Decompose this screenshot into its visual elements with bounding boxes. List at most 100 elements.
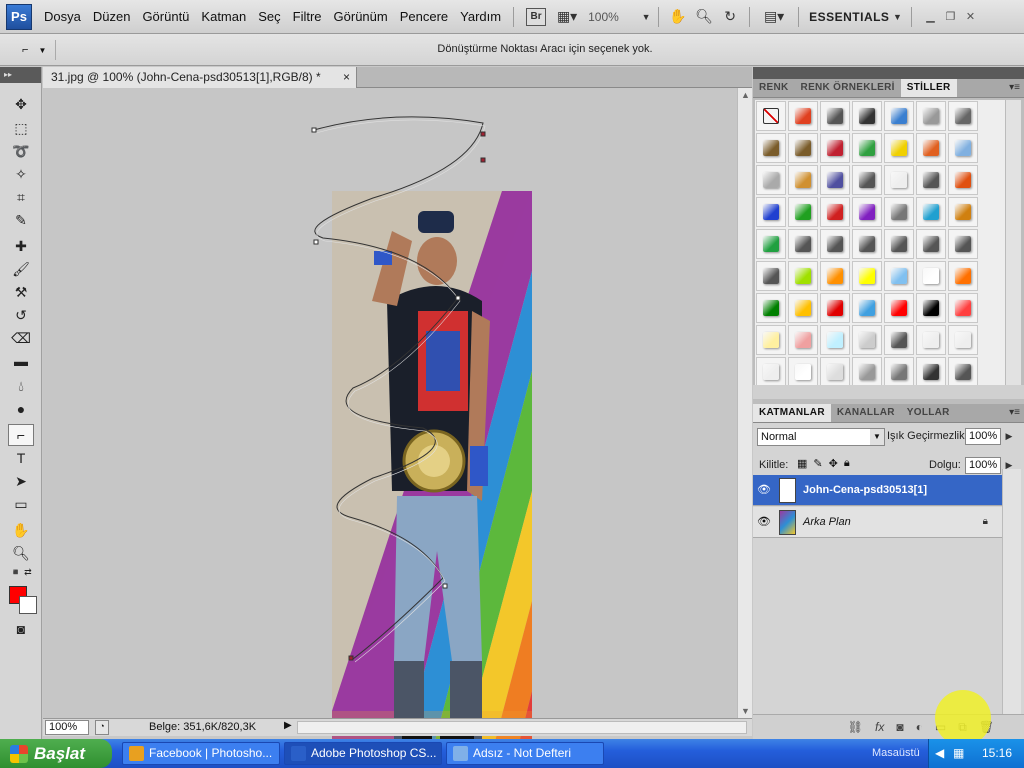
menu-file[interactable]: Dosya [38,0,87,34]
minimize-icon[interactable]: ▁ [922,10,938,24]
style-swatch[interactable] [884,101,914,131]
style-swatch[interactable] [788,325,818,355]
style-swatch[interactable] [916,261,946,291]
scroll-down-icon[interactable]: ▼ [741,706,750,716]
style-swatch[interactable] [884,293,914,323]
style-swatch[interactable] [948,197,978,227]
opacity-field[interactable]: 100% [965,428,1001,445]
move-tool-icon[interactable]: ✥ [8,93,34,115]
style-swatch[interactable] [884,133,914,163]
style-swatch[interactable] [820,101,850,131]
taskbar-item-facebook[interactable]: Facebook | Photosho... [122,742,280,765]
blur-tool-icon[interactable]: 💧︎ [8,375,34,397]
style-swatch[interactable] [852,293,882,323]
style-swatch[interactable] [884,261,914,291]
restore-icon[interactable]: ❐ [942,10,958,24]
type-tool-icon[interactable]: T [8,447,34,469]
style-swatch[interactable] [756,293,786,323]
menu-window[interactable]: Pencere [394,0,454,34]
link-layers-icon[interactable]: ⛓ [848,720,863,734]
style-swatch[interactable] [820,357,850,387]
menu-edit[interactable]: Düzen [87,0,137,34]
document-tab[interactable]: 31.jpg @ 100% (John-Cena-psd30513[1],RGB… [43,67,357,88]
style-swatch[interactable] [820,293,850,323]
style-swatch[interactable] [948,357,978,387]
menu-select[interactable]: Seç [252,0,286,34]
style-swatch[interactable] [756,261,786,291]
lock-position-icon[interactable]: ✥ [829,457,838,470]
style-swatch[interactable] [916,325,946,355]
style-swatch[interactable] [916,165,946,195]
taskbar-item-notepad[interactable]: Adsız - Not Defteri [446,742,604,765]
visibility-eye-icon[interactable]: 👁︎ [757,515,771,528]
style-swatch[interactable] [884,357,914,387]
style-swatch[interactable] [948,165,978,195]
style-swatch[interactable] [948,261,978,291]
lasso-tool-icon[interactable]: ➰ [8,140,34,162]
style-swatch[interactable] [916,197,946,227]
panel-menu-icon[interactable]: ▾≡ [1009,79,1020,97]
lock-pixels-icon[interactable]: ✎ [813,457,822,470]
clone-stamp-tool-icon[interactable]: ⚒ [8,281,34,303]
style-swatch[interactable] [884,229,914,259]
healing-brush-tool-icon[interactable]: ✚ [8,235,34,257]
convert-point-tool-icon[interactable]: ⌐ [8,424,34,446]
dock-header[interactable] [753,67,1024,79]
tab-color[interactable]: RENK [753,79,795,97]
style-swatch[interactable] [820,165,850,195]
style-swatch[interactable] [756,357,786,387]
quick-mask-icon[interactable]: ◙ [8,618,34,640]
style-swatch[interactable] [756,165,786,195]
fill-field[interactable]: 100% [965,457,1001,474]
style-swatch[interactable] [948,133,978,163]
bridge-button[interactable]: Br [526,7,547,26]
menu-layer[interactable]: Katman [195,0,252,34]
style-swatch[interactable] [916,293,946,323]
document-image[interactable] [332,191,532,768]
style-swatch[interactable] [916,357,946,387]
style-swatch[interactable] [852,229,882,259]
tab-swatches[interactable]: RENK ÖRNEKLERİ [795,79,901,97]
close-icon[interactable]: × [343,67,350,88]
style-swatch[interactable] [852,261,882,291]
history-brush-tool-icon[interactable]: ↺ [8,304,34,326]
style-swatch[interactable] [948,229,978,259]
lock-transparency-icon[interactable]: ▦ [797,457,807,470]
clock[interactable]: 15:16 [982,746,1012,760]
style-swatch[interactable] [756,229,786,259]
style-swatch[interactable] [820,261,850,291]
style-swatch[interactable] [756,101,786,131]
style-swatch[interactable] [852,325,882,355]
arrange-documents-icon[interactable]: ▤▾ [756,5,792,29]
status-info-icon[interactable]: ◔ [95,720,109,735]
scroll-up-icon[interactable]: ▲ [741,90,750,100]
taskbar-item-photoshop[interactable]: Adobe Photoshop CS... [284,742,442,765]
style-swatch[interactable] [788,357,818,387]
tools-panel-header[interactable]: ▸▸ [0,67,41,83]
menu-help[interactable]: Yardım [454,0,507,34]
chevron-down-icon[interactable]: ▼ [889,5,905,29]
style-swatch[interactable] [852,133,882,163]
magic-wand-tool-icon[interactable]: ✧ [8,163,34,185]
rotate-view-icon[interactable]: ↻ [717,5,743,29]
close-icon[interactable]: ✕ [962,10,978,24]
style-swatch[interactable] [916,133,946,163]
layers-scrollbar[interactable] [1002,469,1021,714]
style-swatch[interactable] [788,197,818,227]
style-swatch[interactable] [756,133,786,163]
style-swatch[interactable] [788,133,818,163]
brush-tool-icon[interactable]: 🖌︎ [8,258,34,280]
style-swatch[interactable] [852,101,882,131]
style-swatch[interactable] [852,165,882,195]
desktop-toolbar[interactable]: Masaüstü [872,747,920,759]
menu-image[interactable]: Görüntü [136,0,195,34]
rectangle-tool-icon[interactable]: ▭ [8,493,34,515]
styles-scrollbar[interactable] [1005,100,1021,385]
fx-icon[interactable]: fx [875,720,884,734]
path-selection-tool-icon[interactable]: ➤ [8,470,34,492]
panel-menu-icon[interactable]: ▾≡ [1009,404,1020,422]
style-swatch[interactable] [948,325,978,355]
status-menu-arrow-icon[interactable]: ▶ [284,720,292,731]
style-swatch[interactable] [884,325,914,355]
tray-media-icon[interactable]: ▦ [953,746,964,760]
